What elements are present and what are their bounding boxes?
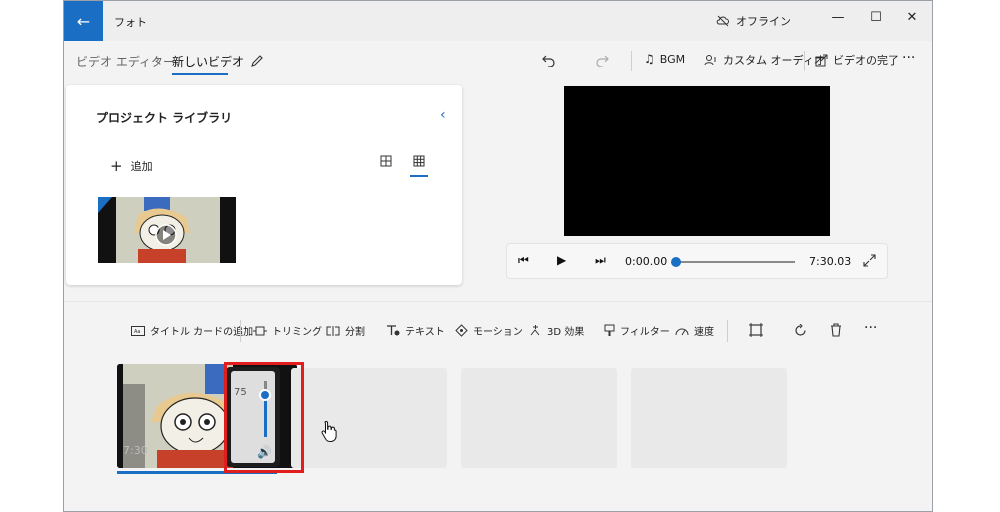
play-icon[interactable]: ▶ — [557, 253, 566, 267]
filter-button[interactable]: フィルター — [604, 323, 670, 338]
3d-effects-icon — [530, 325, 540, 336]
motion-button[interactable]: モーション — [455, 323, 523, 338]
photos-app-window: ← フォト オフライン — ☐ ✕ ビデオ エディター › 新しいビデオ ♫ B… — [63, 0, 933, 512]
redo-icon[interactable] — [595, 53, 609, 67]
custom-audio-button[interactable]: カスタム オーディオ — [704, 52, 825, 68]
app-title: フォト — [114, 16, 147, 29]
3d-effects-button[interactable]: 3D 効果 — [529, 323, 584, 338]
editor-toolbar: ビデオ エディター › 新しいビデオ ♫ BGM カスタム オーディオ ビデオの… — [64, 41, 932, 83]
chevron-left-icon: ‹ — [440, 107, 446, 123]
toolbar-divider — [631, 51, 632, 71]
speed-icon — [675, 328, 689, 336]
back-arrow-icon: ← — [76, 11, 91, 31]
library-video-thumbnail[interactable] — [98, 197, 236, 263]
view-selected-underline — [410, 175, 428, 177]
project-library-title: プロジェクト ライブラリ — [96, 111, 233, 125]
music-note-icon: ♫ — [644, 52, 655, 66]
text-icon — [387, 325, 400, 336]
split-button[interactable]: 分割 — [326, 323, 365, 338]
storyboard-divider — [727, 320, 728, 342]
storyboard-more-button[interactable]: ··· — [864, 320, 877, 336]
back-button[interactable]: ← — [64, 1, 103, 41]
trim-label: トリミング — [272, 327, 322, 338]
storyboard-empty-slot[interactable] — [631, 368, 787, 468]
red-highlight-box — [224, 362, 304, 473]
speed-label: 速度 — [694, 327, 714, 338]
split-icon — [326, 325, 340, 336]
current-time: 0:00.00 — [625, 255, 668, 268]
storyboard-divider — [240, 320, 241, 342]
speed-button[interactable]: 速度 — [675, 323, 714, 338]
finish-video-label: ビデオの完了 — [833, 54, 899, 67]
hand-cursor-icon — [321, 420, 337, 442]
split-label: 分割 — [345, 327, 365, 338]
crop-resize-icon[interactable] — [749, 323, 763, 337]
title-bar: ← フォト オフライン — ☐ ✕ — [64, 1, 932, 41]
custom-audio-icon — [704, 55, 716, 66]
motion-label: モーション — [473, 327, 523, 338]
title-card-button[interactable]: Aa タイトル カードの追加 — [131, 323, 253, 338]
offline-label: オフライン — [736, 15, 791, 28]
next-frame-icon[interactable]: ⏭ — [595, 253, 606, 268]
collapse-library-button[interactable]: ‹ — [440, 107, 446, 123]
breadcrumb-video-editor[interactable]: ビデオ エディター — [76, 53, 175, 70]
storyboard-empty-slot[interactable] — [461, 368, 617, 468]
rotate-icon[interactable] — [794, 324, 807, 337]
large-grid-view-icon[interactable] — [380, 155, 392, 167]
export-icon — [815, 54, 828, 66]
text-button[interactable]: テキスト — [386, 323, 445, 338]
seek-knob[interactable] — [671, 257, 681, 267]
undo-icon[interactable] — [542, 53, 556, 67]
project-library-panel: プロジェクト ライブラリ ‹ + 追加 — [66, 85, 462, 285]
minimize-button[interactable]: — — [820, 1, 856, 33]
svg-text:Aa: Aa — [134, 329, 140, 335]
playback-controls: ⏮ ▶ ⏭ 0:00.00 7:30.03 — [506, 243, 888, 279]
storyboard-empty-slot[interactable] — [291, 368, 447, 468]
total-time: 7:30.03 — [809, 255, 852, 268]
bgm-button[interactable]: ♫ BGM — [644, 52, 685, 66]
finish-video-button[interactable]: ビデオの完了 — [815, 52, 899, 68]
small-grid-view-icon[interactable] — [413, 155, 425, 167]
breadcrumb-separator: › — [155, 52, 160, 66]
title-card-label: タイトル カードの追加 — [150, 327, 254, 338]
filter-icon — [604, 324, 615, 336]
custom-audio-label: カスタム オーディオ — [723, 54, 825, 67]
cloud-offline-icon — [716, 15, 729, 27]
offline-status: オフライン — [716, 13, 791, 29]
motion-icon — [455, 324, 468, 337]
filter-label: フィルター — [620, 327, 670, 338]
add-label: 追加 — [130, 160, 153, 173]
trim-icon — [253, 326, 267, 335]
breadcrumb-new-video[interactable]: 新しいビデオ — [172, 53, 244, 70]
cartoon-thumbnail-image — [98, 197, 236, 263]
title-card-icon: Aa — [131, 325, 145, 336]
bgm-label: BGM — [659, 52, 686, 66]
video-preview — [564, 86, 830, 236]
seek-bar[interactable] — [675, 261, 795, 263]
delete-trash-icon[interactable] — [830, 323, 842, 337]
fullscreen-icon[interactable] — [863, 254, 876, 267]
breadcrumb-underline — [172, 73, 228, 75]
previous-frame-icon[interactable]: ⏮ — [518, 253, 529, 268]
3d-effects-label: 3D 効果 — [547, 327, 585, 338]
toolbar-divider — [804, 51, 805, 71]
close-button[interactable]: ✕ — [894, 1, 930, 33]
text-label: テキスト — [405, 327, 445, 338]
maximize-button[interactable]: ☐ — [858, 1, 894, 33]
clip-duration-label: 7:30 — [123, 444, 148, 457]
plus-icon: + — [110, 157, 123, 175]
add-media-button[interactable]: + 追加 — [110, 157, 153, 175]
trim-button[interactable]: トリミング — [253, 323, 322, 338]
rename-pencil-icon[interactable] — [250, 54, 264, 68]
more-options-button[interactable]: ··· — [902, 50, 915, 66]
